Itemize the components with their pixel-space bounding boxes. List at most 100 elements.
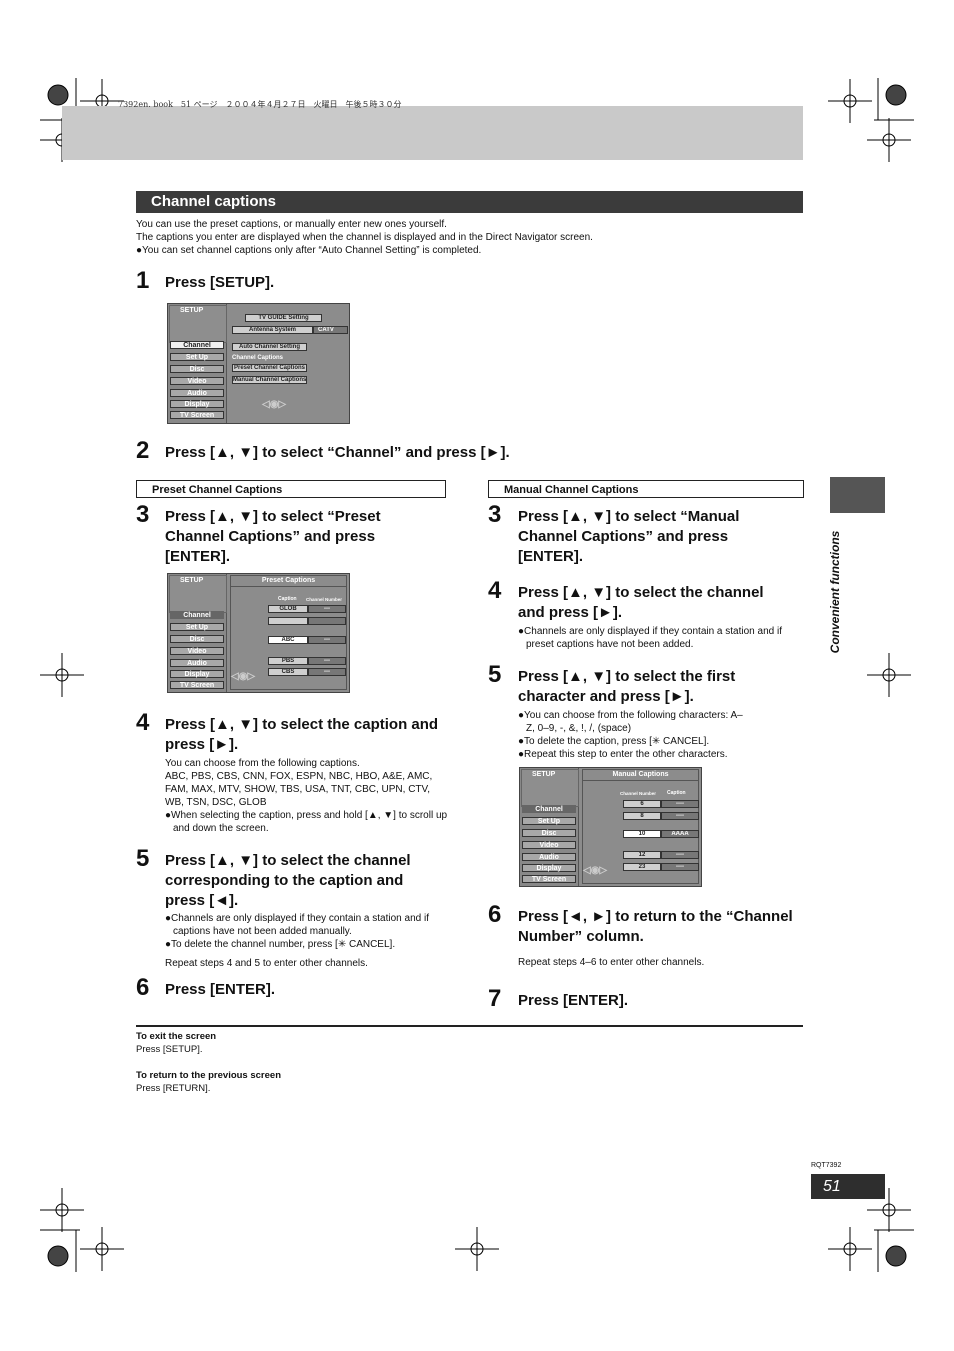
channel-cell[interactable]: --- <box>308 668 346 676</box>
caption-cell[interactable] <box>268 617 308 625</box>
setup-label: SETUP <box>532 771 556 778</box>
caption-cell-selected[interactable]: ABC <box>268 636 308 644</box>
step-number: 4 <box>488 577 502 604</box>
manual-page: 7392en. book 51 ページ ２００４年４月２７日 火曜日 午後５時３… <box>0 0 954 1351</box>
page-number: 51 <box>811 1174 885 1199</box>
menu-audio[interactable]: Audio <box>170 389 224 397</box>
channel-cell[interactable]: --- <box>308 605 346 613</box>
bullet-note: ●To delete the caption, press [✳ CANCEL]… <box>518 736 710 747</box>
channel-cell[interactable]: 8 <box>623 812 661 820</box>
caption-cell[interactable]: AAAA <box>661 830 699 838</box>
caption-cell[interactable]: CBS <box>268 668 308 676</box>
menu-audio[interactable]: Audio <box>170 659 224 667</box>
step-number: 3 <box>136 501 150 528</box>
menu-video[interactable]: Video <box>170 647 224 655</box>
registration-mark <box>47 84 69 106</box>
step-text: Press [◄, ►] to return to the “Channel N… <box>518 908 793 945</box>
step-text: Press [▲, ▼] to select the channel corre… <box>165 852 411 909</box>
channel-cell[interactable]: 12 <box>623 851 661 859</box>
caption-cell[interactable]: ---- <box>661 800 699 808</box>
manual-channel-captions[interactable]: Manual Channel Captions <box>232 376 307 384</box>
step-text: Press [SETUP]. <box>165 274 275 291</box>
menu-disc[interactable]: Disc <box>522 829 576 837</box>
step-notes: ●You can choose from the following chara… <box>518 709 743 761</box>
intro-line: The captions you enter are displayed whe… <box>136 232 593 243</box>
menu-video[interactable]: Video <box>170 377 224 385</box>
setup-label: SETUP <box>180 307 204 314</box>
menu-disc[interactable]: Disc <box>170 635 224 643</box>
step-text: Press [▲, ▼] to select the first charact… <box>518 668 736 705</box>
caption-cell[interactable]: ---- <box>661 863 699 871</box>
header-band <box>62 106 803 160</box>
return-text: Press [RETURN]. <box>136 1083 211 1094</box>
preset-captions-heading: Preset Channel Captions <box>136 480 446 498</box>
menu-set-up[interactable]: Set Up <box>170 623 224 631</box>
manual-captions-screen: SETUP Channel Set Up Disc Video Audio Di… <box>519 767 702 887</box>
step-notes: ●Channels are only displayed if they con… <box>165 912 450 970</box>
step-number: 6 <box>136 974 150 1001</box>
step-number: 5 <box>488 661 502 688</box>
registration-mark <box>885 84 907 106</box>
body-line: FAM, MAX, MTV, SHOW, TBS, USA, TNT, CBC,… <box>165 784 431 795</box>
exit-title: To exit the screen <box>136 1031 217 1042</box>
menu-channel[interactable]: Channel <box>522 805 576 813</box>
registration-mark <box>885 1245 907 1267</box>
step-notes: ●Channels are only displayed if they con… <box>518 625 803 651</box>
intro-note: ●You can set channel captions only after… <box>136 245 482 256</box>
bullet-note: ●You can choose from the following chara… <box>518 710 743 734</box>
channel-cell-selected[interactable]: 10 <box>623 830 661 838</box>
menu-display[interactable]: Display <box>170 670 224 678</box>
book-stamp: 7392en. book 51 ページ ２００４年４月２７日 火曜日 午後５時３… <box>118 100 402 109</box>
caption-cell[interactable]: GLOB <box>268 605 308 613</box>
navigation-pad-icon: ◁◉▷ <box>583 865 608 876</box>
step-text: Press [ENTER]. <box>165 981 276 998</box>
intro-text: You can use the preset captions, or manu… <box>136 218 593 257</box>
channel-cell[interactable]: 6 <box>623 800 661 808</box>
menu-channel[interactable]: Channel <box>170 611 224 619</box>
step-number: 1 <box>136 267 150 294</box>
document-code: RQT7392 <box>811 1162 842 1169</box>
menu-display[interactable]: Display <box>170 400 224 408</box>
step-number: 3 <box>488 501 502 528</box>
body-line: You can choose from the following captio… <box>165 758 360 769</box>
bullet-note: ●Repeat this step to enter the other cha… <box>518 749 728 760</box>
section-title-bar: Channel captions <box>136 191 803 213</box>
menu-tv-screen[interactable]: TV Screen <box>522 875 576 883</box>
channel-cell[interactable] <box>308 617 346 625</box>
menu-disc[interactable]: Disc <box>170 365 224 373</box>
bullet-note: ●Channels are only displayed if they con… <box>518 626 782 650</box>
auto-channel-setting[interactable]: Auto Channel Setting <box>232 343 307 351</box>
menu-set-up[interactable]: Set Up <box>522 817 576 825</box>
intro-line: You can use the preset captions, or manu… <box>136 219 447 230</box>
sidebar-label: Convenient functions <box>828 530 842 654</box>
menu-audio[interactable]: Audio <box>522 853 576 861</box>
tv-guide-setting[interactable]: TV GUIDE Setting <box>245 314 322 322</box>
section-title: Channel captions <box>151 193 277 210</box>
screen-title: Preset Captions <box>231 576 346 587</box>
channel-cell[interactable]: --- <box>308 657 346 665</box>
body-line: WB, TSN, DSC, GLOB <box>165 797 267 808</box>
menu-channel[interactable]: Channel <box>170 341 224 349</box>
menu-set-up[interactable]: Set Up <box>170 353 224 361</box>
channel-cell[interactable]: --- <box>308 636 346 644</box>
column-header: Channel Number <box>306 597 343 602</box>
step-text: Press [▲, ▼] to select the channel and p… <box>518 584 764 621</box>
preset-channel-captions[interactable]: Preset Channel Captions <box>232 364 307 372</box>
step-text: Press [▲, ▼] to select “Preset Channel C… <box>165 508 381 565</box>
screen-title: Manual Captions <box>583 770 698 781</box>
menu-display[interactable]: Display <box>522 864 576 872</box>
navigation-pad-icon: ◁◉▷ <box>262 399 287 410</box>
channel-cell[interactable]: 23 <box>623 863 661 871</box>
menu-tv-screen[interactable]: TV Screen <box>170 681 224 689</box>
setup-label: SETUP <box>180 577 204 584</box>
exit-text: Press [SETUP]. <box>136 1044 203 1055</box>
step-text: Press [ENTER]. <box>518 992 629 1009</box>
repeat-note: Repeat steps 4 and 5 to enter other chan… <box>165 958 368 969</box>
caption-cell[interactable]: ---- <box>661 851 699 859</box>
antenna-system[interactable]: Antenna System <box>232 326 313 334</box>
caption-cell[interactable]: PBS <box>268 657 308 665</box>
menu-video[interactable]: Video <box>522 841 576 849</box>
step-number: 7 <box>488 985 502 1012</box>
caption-cell[interactable]: ---- <box>661 812 699 820</box>
menu-tv-screen[interactable]: TV Screen <box>170 411 224 419</box>
